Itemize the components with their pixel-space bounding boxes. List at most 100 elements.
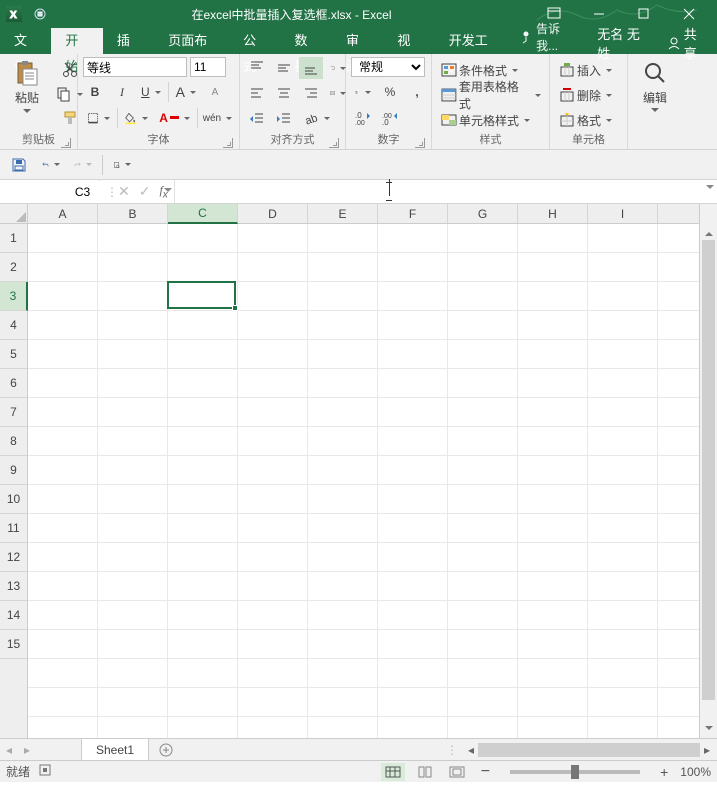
- new-sheet-button[interactable]: [155, 742, 177, 758]
- macro-record-icon[interactable]: [38, 763, 52, 780]
- align-middle-button[interactable]: [272, 57, 296, 79]
- align-left-button[interactable]: [245, 82, 269, 104]
- formula-input[interactable]: [175, 180, 717, 202]
- zoom-in-button[interactable]: +: [656, 764, 672, 780]
- tell-me[interactable]: 告诉我...: [510, 20, 588, 54]
- align-bottom-button[interactable]: [299, 57, 323, 79]
- col-header-A[interactable]: A: [28, 204, 98, 223]
- row-header-13[interactable]: 13: [0, 572, 27, 601]
- row-header-4[interactable]: 4: [0, 311, 27, 340]
- horizontal-scrollbar[interactable]: ◂ ▸: [464, 743, 714, 757]
- vertical-scroll-top[interactable]: [699, 204, 717, 224]
- expand-formula-bar[interactable]: [706, 185, 714, 193]
- view-normal-button[interactable]: [381, 763, 405, 781]
- number-format-combo[interactable]: 常规: [351, 57, 425, 77]
- align-launcher[interactable]: [329, 138, 339, 148]
- paste-button[interactable]: 粘贴: [5, 57, 49, 129]
- bold-button[interactable]: B: [83, 81, 107, 103]
- account-name[interactable]: 无名 无姓: [587, 32, 657, 54]
- font-size-combo[interactable]: [190, 57, 226, 77]
- italic-button[interactable]: I: [110, 81, 134, 103]
- font-grow-button[interactable]: A: [172, 81, 200, 103]
- vertical-scrollbar[interactable]: [699, 224, 717, 738]
- format-table-button[interactable]: 套用表格格式: [437, 84, 545, 106]
- font-launcher[interactable]: [223, 138, 233, 148]
- view-page-break-button[interactable]: [445, 763, 469, 781]
- col-header-D[interactable]: D: [238, 204, 308, 223]
- redo-button[interactable]: [70, 153, 96, 177]
- row-header-15[interactable]: 15: [0, 630, 27, 659]
- col-header-C[interactable]: C: [168, 204, 238, 224]
- phonetic-button[interactable]: wén: [201, 107, 234, 129]
- tab-file[interactable]: 文件: [0, 28, 51, 54]
- share-button[interactable]: 共享: [657, 32, 717, 54]
- sheet-nav-next[interactable]: ▸: [18, 743, 36, 757]
- active-cell[interactable]: [167, 281, 236, 309]
- cell-styles-button[interactable]: 单元格样式: [437, 109, 545, 131]
- tab-insert[interactable]: 插入: [103, 28, 154, 54]
- find-select-button[interactable]: 编辑: [633, 57, 677, 129]
- tab-view[interactable]: 视图: [383, 28, 434, 54]
- font-shrink-button[interactable]: A: [203, 81, 227, 103]
- tab-page-layout[interactable]: 页面布局: [154, 28, 229, 54]
- delete-cells-button[interactable]: 删除: [555, 84, 621, 106]
- number-launcher[interactable]: [415, 138, 425, 148]
- row-header-14[interactable]: 14: [0, 601, 27, 630]
- tab-formulas[interactable]: 公式: [229, 28, 280, 54]
- row-header-3[interactable]: 3: [0, 282, 28, 311]
- accounting-button[interactable]: $: [351, 81, 375, 103]
- row-header-12[interactable]: 12: [0, 543, 27, 572]
- font-name-combo[interactable]: [83, 57, 187, 77]
- underline-button[interactable]: U: [137, 81, 165, 103]
- col-header-G[interactable]: G: [448, 204, 518, 223]
- tab-data[interactable]: 数据: [281, 28, 332, 54]
- fill-handle[interactable]: [232, 305, 238, 311]
- undo-button[interactable]: [38, 153, 64, 177]
- row-header-2[interactable]: 2: [0, 253, 27, 282]
- tab-developer[interactable]: 开发工具: [435, 28, 510, 54]
- inc-indent-button[interactable]: [272, 108, 296, 130]
- enter-formula-icon[interactable]: ✓: [139, 183, 151, 200]
- row-header-9[interactable]: 9: [0, 456, 27, 485]
- macro-icon[interactable]: [28, 3, 52, 25]
- align-center-button[interactable]: [272, 82, 296, 104]
- col-header-I[interactable]: I: [588, 204, 658, 223]
- align-top-button[interactable]: [245, 57, 269, 79]
- insert-cells-button[interactable]: 插入: [555, 59, 621, 81]
- tab-home[interactable]: 开始: [51, 28, 102, 54]
- align-right-button[interactable]: [299, 82, 323, 104]
- cell-area[interactable]: [28, 224, 699, 738]
- zoom-out-button[interactable]: −: [477, 763, 494, 781]
- clipboard-launcher[interactable]: [61, 138, 71, 148]
- row-header-1[interactable]: 1: [0, 224, 27, 253]
- border-button[interactable]: [83, 107, 114, 129]
- row-header-10[interactable]: 10: [0, 485, 27, 514]
- print-preview-button[interactable]: [109, 153, 135, 177]
- row-header-5[interactable]: 5: [0, 340, 27, 369]
- comma-button[interactable]: ,: [405, 81, 429, 103]
- row-header-6[interactable]: 6: [0, 369, 27, 398]
- col-header-B[interactable]: B: [98, 204, 168, 223]
- row-header-11[interactable]: 11: [0, 514, 27, 543]
- select-all-corner[interactable]: [0, 204, 28, 223]
- col-header-F[interactable]: F: [378, 204, 448, 223]
- row-header-7[interactable]: 7: [0, 398, 27, 427]
- orientation-button[interactable]: ab: [299, 108, 334, 130]
- percent-button[interactable]: %: [378, 81, 402, 103]
- cancel-formula-icon[interactable]: ✕: [118, 183, 130, 200]
- col-header-H[interactable]: H: [518, 204, 588, 223]
- col-header-E[interactable]: E: [308, 204, 378, 223]
- sheet-nav-prev[interactable]: ◂: [0, 743, 18, 757]
- tab-review[interactable]: 审阅: [332, 28, 383, 54]
- format-cells-button[interactable]: 格式: [555, 109, 621, 131]
- sheet-tab-sheet1[interactable]: Sheet1: [81, 738, 149, 760]
- fill-color-button[interactable]: [121, 107, 152, 129]
- dec-indent-button[interactable]: [245, 108, 269, 130]
- dec-decimal-button[interactable]: .00.0: [378, 107, 402, 129]
- font-color-button[interactable]: A: [155, 107, 194, 129]
- fx-icon[interactable]: fx: [159, 183, 167, 200]
- zoom-level[interactable]: 100%: [680, 765, 711, 779]
- zoom-slider[interactable]: [510, 770, 640, 774]
- inc-decimal-button[interactable]: .0.00: [351, 107, 375, 129]
- row-header-8[interactable]: 8: [0, 427, 27, 456]
